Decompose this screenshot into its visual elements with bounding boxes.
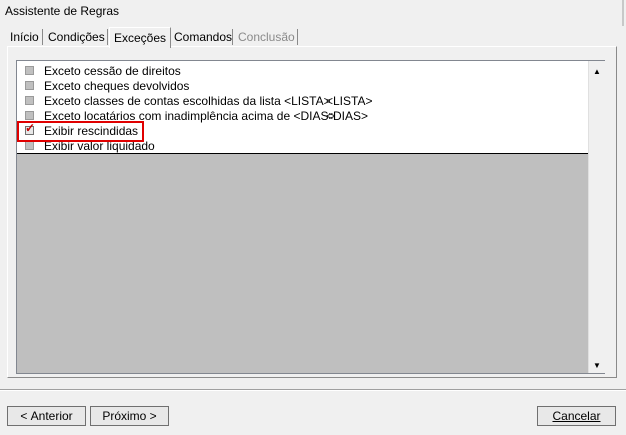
checkbox[interactable] (25, 141, 34, 150)
list-item-label: Exibir valor liquidado (44, 139, 155, 153)
tab-comandos[interactable]: Comandos (170, 29, 236, 46)
list-item-param: <LISTA> (326, 94, 373, 108)
checkbox[interactable] (25, 111, 34, 120)
list-item[interactable]: ✓ Exibir rescindidas (17, 122, 588, 139)
list-item[interactable]: Exibir valor liquidado (17, 139, 588, 154)
list-rows: Exceto cessão de direitos Exceto cheques… (17, 61, 588, 154)
window-title: Assistente de Regras (5, 4, 120, 18)
tab-condicoes[interactable]: Condições (44, 29, 109, 46)
checkbox-checked[interactable]: ✓ (25, 122, 35, 135)
back-prefix: < (20, 409, 31, 423)
list-item-label: Exceto locatários com inadimplência acim… (44, 109, 336, 123)
checkbox[interactable] (25, 66, 34, 75)
tab-inicio[interactable]: Início (6, 29, 43, 46)
scroll-up-icon[interactable]: ▲ (589, 63, 605, 79)
checkbox[interactable] (25, 81, 34, 90)
tab-separator (232, 29, 233, 45)
tab-separator (42, 29, 43, 45)
checkbox[interactable] (25, 96, 34, 105)
list-item-label: Exceto cheques devolvidos (44, 79, 190, 93)
window-edge (622, 0, 624, 26)
cancel-label: Cancelar (552, 409, 601, 423)
list-item[interactable]: Exceto cessão de direitos (17, 64, 588, 79)
back-button[interactable]: < Anterior (7, 406, 86, 426)
list-item-label: Exceto classes de contas escolhidas da l… (44, 94, 331, 108)
exceptions-list[interactable]: Exceto cessão de direitos Exceto cheques… (16, 60, 605, 374)
list-item[interactable]: Exceto classes de contas escolhidas da l… (17, 94, 588, 109)
tab-conclusao: Conclusão (238, 30, 295, 44)
tab-separator (107, 29, 108, 45)
list-item-label: Exibir rescindidas (44, 124, 139, 138)
next-suffix: > (146, 409, 157, 423)
back-label: Anterior (30, 409, 73, 423)
tab-separator (297, 29, 298, 45)
cancel-button[interactable]: Cancelar (537, 406, 616, 426)
list-item-param: <DIAS> (326, 109, 369, 123)
list-item[interactable]: Exceto cheques devolvidos (17, 79, 588, 94)
scroll-down-icon[interactable]: ▼ (589, 357, 605, 373)
list-item-label: Exceto cessão de direitos (44, 64, 181, 78)
next-button[interactable]: Próximo > (90, 406, 169, 426)
list-item[interactable]: Exceto locatários com inadimplência acim… (17, 109, 588, 124)
tab-excecoes[interactable]: Exceções (109, 27, 172, 48)
divider (0, 390, 626, 391)
vertical-scrollbar[interactable]: ▲ ▼ (588, 61, 605, 373)
checkmark-icon: ✓ (25, 121, 36, 135)
next-label: Próximo (102, 409, 147, 423)
